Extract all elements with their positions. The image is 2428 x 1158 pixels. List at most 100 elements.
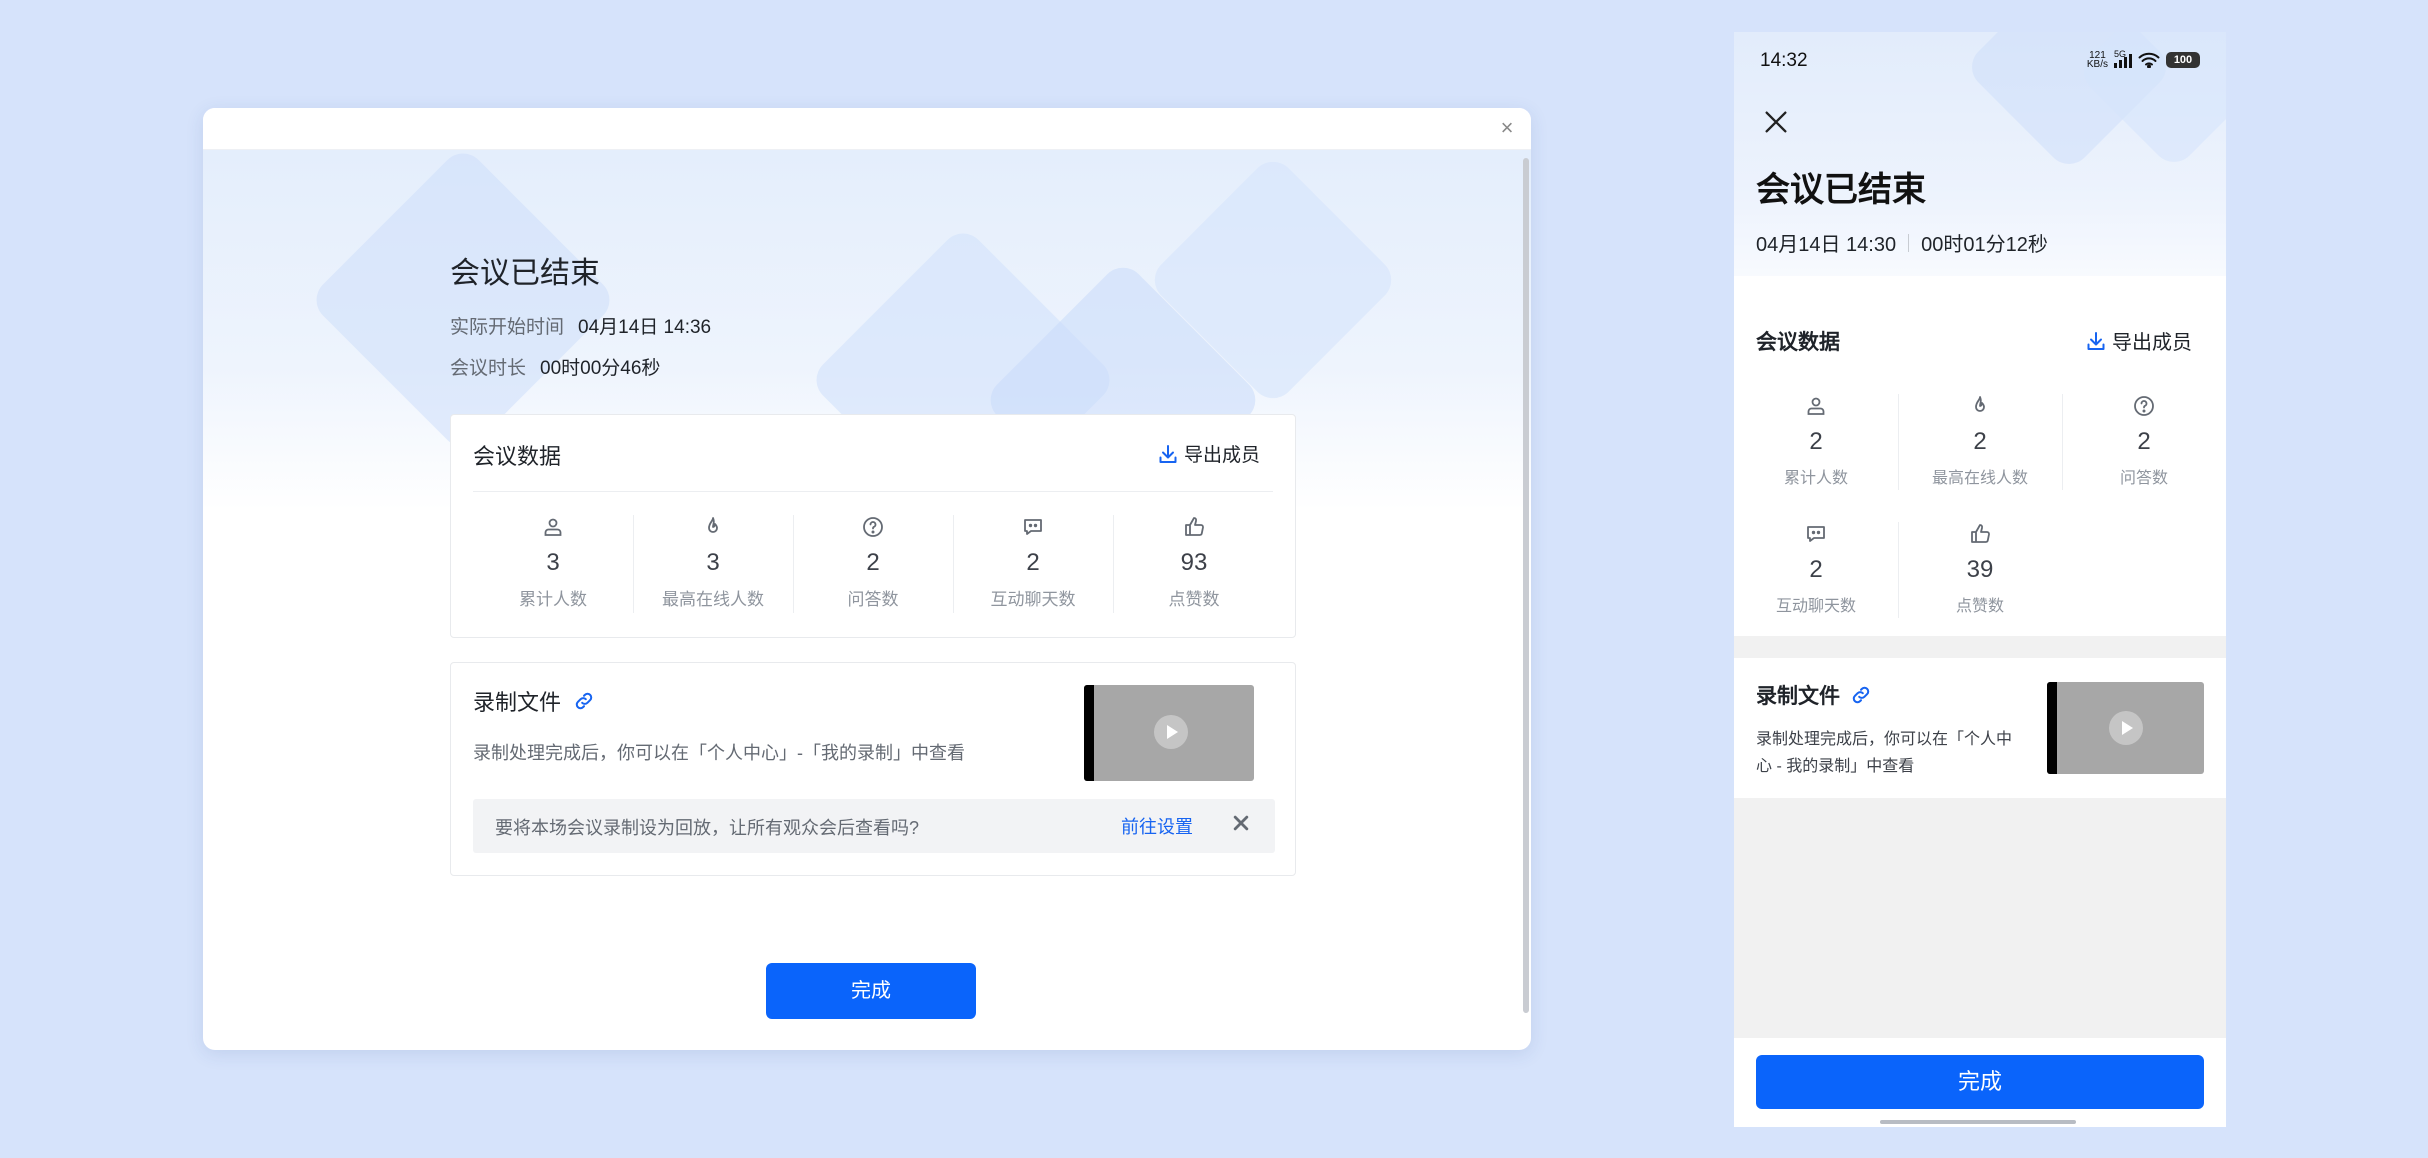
stat-label: 最高在线人数	[1931, 470, 2028, 487]
video-letterbox	[2047, 682, 2057, 774]
meeting-data-title: 会议数据	[473, 444, 562, 469]
stat-chat: 2 互动聊天数	[953, 515, 1113, 610]
play-icon[interactable]	[2109, 711, 2143, 745]
stat-label: 互动聊天数	[990, 590, 1076, 609]
fire-icon	[1975, 396, 1985, 412]
wifi-icon	[2138, 52, 2160, 68]
bottom-bar: 完成	[1734, 1038, 2226, 1127]
stats-row: 2 累计人数 2 最高在线人数 2 问答数	[1734, 394, 2226, 490]
recording-description: 录制处理完成后，你可以在「个人中心」-「我的录制」中查看	[473, 743, 965, 763]
stat-total-people: 2 累计人数	[1734, 394, 1898, 488]
stat-value: 2	[1809, 428, 1823, 455]
divider	[473, 491, 1273, 492]
question-icon	[2134, 396, 2154, 416]
download-icon	[2087, 331, 2105, 350]
done-button[interactable]: 完成	[1756, 1055, 2204, 1109]
recording-title: 录制文件	[1756, 685, 1840, 708]
stat-qa: 2 问答数	[793, 515, 953, 610]
recording-thumbnail[interactable]	[2047, 682, 2204, 774]
go-settings-link[interactable]: 前往设置	[1121, 813, 1193, 839]
stat-likes: 93 点赞数	[1113, 515, 1275, 610]
window-titlebar: ×	[203, 108, 1531, 150]
stat-value: 2	[2137, 428, 2151, 455]
stat-label: 问答数	[2119, 470, 2168, 487]
thumbs-up-icon	[1185, 517, 1204, 536]
start-time-label: 实际开始时间	[450, 317, 565, 338]
recording-title-row: 录制文件	[1756, 680, 1872, 710]
recording-description-line: 心 - 我的录制」中查看	[1756, 758, 1915, 775]
stat-label: 累计人数	[1783, 470, 1848, 487]
duration-value: 00时00分46秒	[540, 358, 661, 379]
export-members-button[interactable]: 导出成员	[2086, 326, 2192, 355]
window-scrollbar[interactable]	[1523, 158, 1529, 1013]
stat-total-people: 3 累计人数	[473, 515, 633, 610]
stat-value: 2	[1973, 428, 1987, 455]
stat-value: 93	[1180, 549, 1208, 576]
start-time-row: 实际开始时间 04月14日 14:36	[450, 312, 711, 339]
stat-likes: 39 点赞数	[1898, 522, 2062, 616]
chat-icon	[1807, 526, 1825, 542]
signal-label: 5G	[2114, 49, 2127, 59]
start-time-value: 04月14日 14:30	[1756, 234, 1897, 256]
thumbs-up-icon	[1971, 524, 1990, 543]
stat-peak-online: 3 最高在线人数	[633, 515, 793, 610]
recording-description-line: 录制处理完成后，你可以在「个人中	[1756, 731, 2013, 748]
recording-title-row: 录制文件	[473, 685, 595, 717]
stats-row: 2 互动聊天数 39 点赞数	[1734, 522, 2226, 618]
divider	[1898, 394, 1899, 490]
stat-label: 点赞数	[1168, 590, 1220, 609]
duration-row: 会议时长 00时00分46秒	[450, 353, 660, 380]
recording-thumbnail[interactable]	[1084, 685, 1254, 781]
question-icon	[863, 517, 883, 537]
playback-notice: 要将本场会议录制设为回放，让所有观众会后查看吗? 前往设置	[473, 799, 1275, 853]
export-members-button[interactable]: 导出成员	[1158, 440, 1260, 467]
download-icon	[1159, 444, 1177, 463]
stat-value: 2	[1809, 556, 1823, 583]
home-indicator[interactable]	[1880, 1120, 2076, 1124]
duration-label: 会议时长	[450, 358, 527, 379]
fire-icon	[708, 517, 718, 533]
meeting-meta: 04月14日 14:30 00时01分12秒	[1756, 228, 2048, 257]
signal-icon: 5G	[2114, 49, 2132, 68]
divider	[953, 515, 954, 613]
stat-value: 3	[546, 549, 560, 576]
stat-value: 3	[706, 549, 720, 576]
status-icons: 121 KB/s 5G 100	[2086, 49, 2200, 70]
recording-card: 录制文件 录制处理完成后，你可以在「个人中心」-「我的录制」中查看 要将本场会议…	[450, 662, 1296, 876]
stat-value: 2	[1026, 549, 1040, 576]
chat-icon	[1024, 519, 1042, 535]
network-speed: 121 KB/s	[2086, 51, 2108, 70]
stat-chat: 2 互动聊天数	[1734, 522, 1898, 616]
meeting-data-section: 会议数据 导出成员 2 累计人数 2 最高在线人数 2 问答数 2 互动聊天数 …	[1734, 276, 2226, 636]
recording-section: 录制文件 录制处理完成后，你可以在「个人中 心 - 我的录制」中查看	[1734, 658, 2226, 798]
close-icon[interactable]	[1227, 809, 1255, 837]
stat-label: 互动聊天数	[1775, 598, 1856, 615]
link-icon[interactable]	[1850, 684, 1872, 706]
playback-notice-text: 要将本场会议录制设为回放，让所有观众会后查看吗?	[495, 818, 920, 838]
duration-value: 00时01分12秒	[1921, 234, 2048, 256]
meeting-data-title: 会议数据	[1756, 331, 1840, 354]
divider	[2062, 394, 2063, 490]
page-title: 会议已结束	[1756, 171, 1926, 209]
divider	[1113, 515, 1114, 613]
status-time: 14:32	[1760, 50, 1808, 71]
stat-qa: 2 问答数	[2062, 394, 2226, 488]
export-members-label: 导出成员	[2112, 332, 2192, 354]
person-icon	[1807, 397, 1825, 415]
meeting-ended-window: × 会议已结束 实际开始时间 04月14日 14:36 会议时长 00时00分46秒…	[203, 108, 1531, 1050]
stat-label: 问答数	[847, 590, 899, 609]
done-button[interactable]: 完成	[766, 963, 976, 1019]
divider	[633, 515, 634, 613]
close-icon[interactable]	[1762, 108, 1790, 136]
stat-value: 2	[866, 549, 880, 576]
window-close-button[interactable]: ×	[1495, 116, 1519, 140]
start-time-value: 04月14日 14:36	[578, 317, 712, 338]
stats-row: 3 累计人数 3 最高在线人数 2 问答数 2 互动聊天数 93 点赞数	[473, 515, 1275, 613]
person-icon	[544, 518, 562, 536]
network-speed-unit: KB/s	[2086, 59, 2108, 70]
divider	[1898, 522, 1899, 618]
play-icon[interactable]	[1154, 715, 1188, 749]
recording-description: 录制处理完成后，你可以在「个人中 心 - 我的录制」中查看	[1756, 726, 2012, 780]
link-icon[interactable]	[573, 690, 595, 712]
export-members-label: 导出成员	[1183, 445, 1260, 466]
